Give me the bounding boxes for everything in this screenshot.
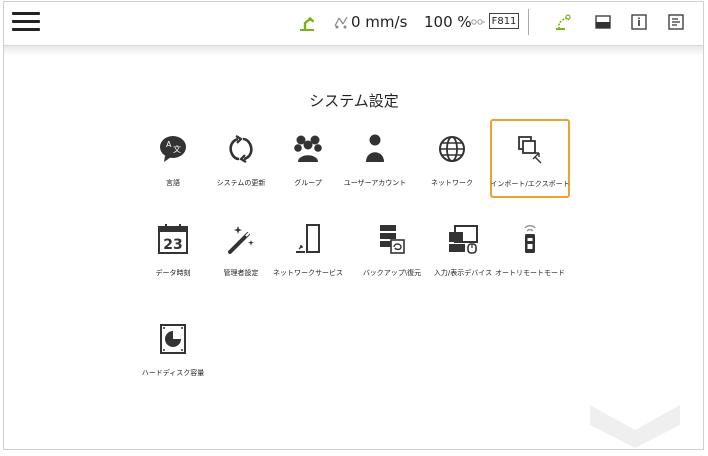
watermark-logo bbox=[590, 405, 680, 448]
svg-text:A: A bbox=[166, 140, 172, 149]
hamburger-menu-button[interactable] bbox=[12, 12, 40, 32]
coordinate-icon bbox=[471, 19, 485, 25]
toolbar-divider bbox=[528, 9, 529, 35]
frame-badge[interactable]: F811 bbox=[489, 13, 519, 29]
admin-wand-icon bbox=[228, 226, 254, 254]
info-icon[interactable] bbox=[629, 12, 649, 32]
panel-icon[interactable] bbox=[593, 12, 613, 32]
menu-bar bbox=[12, 20, 40, 23]
svg-text:23: 23 bbox=[163, 237, 182, 253]
speed-icon bbox=[334, 16, 348, 29]
tile-import-export[interactable]: インポート/エクスポート bbox=[490, 119, 570, 198]
robot-arm-icon[interactable] bbox=[553, 12, 573, 32]
speed-readout: 0 mm/s bbox=[351, 13, 408, 31]
hard-disk-icon bbox=[160, 324, 186, 354]
log-icon[interactable] bbox=[666, 12, 686, 32]
tile-auto-remote-mode[interactable]: オートリモートモード bbox=[490, 210, 570, 288]
tile-label: オートリモートモード bbox=[495, 269, 565, 277]
toolbar-shadow bbox=[4, 46, 703, 56]
tile-label: インポート/エクスポート bbox=[490, 180, 570, 188]
svg-text:文: 文 bbox=[173, 144, 181, 154]
network-service-icon bbox=[296, 224, 320, 253]
page-title: システム設定 bbox=[309, 92, 399, 110]
import-export-icon bbox=[518, 136, 542, 164]
override-percent[interactable]: 100 % bbox=[424, 10, 472, 34]
language-icon: A 文 bbox=[160, 136, 186, 162]
backup-restore-icon bbox=[380, 225, 405, 254]
tile-hard-disk[interactable]: ハードディスク容量 bbox=[133, 310, 213, 388]
user-account-icon bbox=[366, 134, 384, 162]
menu-bar bbox=[12, 12, 40, 15]
group-icon bbox=[294, 135, 322, 162]
calendar-icon: 23 bbox=[158, 224, 188, 254]
menu-bar bbox=[12, 28, 40, 31]
tile-label: ハードディスク容量 bbox=[141, 369, 205, 377]
io-device-icon bbox=[449, 225, 478, 254]
remote-mode-icon bbox=[524, 225, 536, 253]
network-icon bbox=[439, 136, 465, 162]
update-icon bbox=[229, 135, 253, 163]
robot-status-icon[interactable] bbox=[297, 14, 317, 32]
